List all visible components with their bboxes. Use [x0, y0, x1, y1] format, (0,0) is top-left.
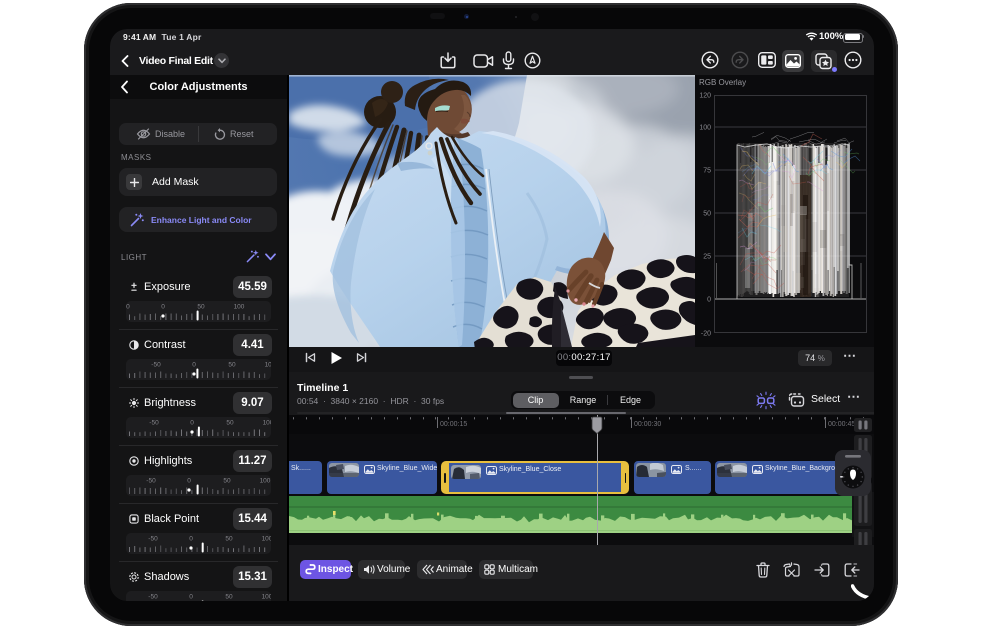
svg-text:-50: -50: [149, 420, 159, 427]
svg-text:00:00:45: 00:00:45: [828, 421, 855, 428]
svg-text:-50: -50: [126, 304, 130, 311]
svg-text:100: 100: [265, 362, 271, 369]
svg-text:100: 100: [234, 304, 245, 311]
svg-text:50: 50: [228, 362, 236, 369]
svg-text:0: 0: [190, 420, 194, 427]
svg-text:00:00:30: 00:00:30: [634, 421, 661, 428]
svg-text:50: 50: [225, 594, 233, 601]
svg-text:-50: -50: [151, 362, 161, 369]
svg-text:25: 25: [703, 254, 711, 261]
svg-text:-20: -20: [701, 331, 711, 338]
svg-text:100: 100: [263, 420, 271, 427]
svg-text:100: 100: [260, 478, 271, 485]
svg-text:-50: -50: [148, 536, 158, 543]
svg-text:50: 50: [197, 304, 205, 311]
svg-text:0: 0: [187, 478, 191, 485]
svg-text:0: 0: [189, 536, 193, 543]
svg-text:-50: -50: [146, 478, 156, 485]
svg-text:0: 0: [192, 362, 196, 369]
svg-text:0: 0: [189, 594, 193, 601]
svg-text:100: 100: [699, 125, 711, 132]
svg-text:50: 50: [703, 211, 711, 218]
svg-text:-50: -50: [148, 594, 158, 601]
svg-text:120: 120: [699, 93, 711, 100]
svg-text:50: 50: [226, 420, 234, 427]
svg-text:0: 0: [707, 297, 711, 304]
svg-text:50: 50: [225, 536, 233, 543]
svg-text:75: 75: [703, 168, 711, 175]
svg-text:100: 100: [262, 536, 271, 543]
svg-text:100: 100: [262, 594, 271, 601]
svg-text:0: 0: [161, 304, 165, 311]
svg-text:00:00:15: 00:00:15: [440, 421, 467, 428]
svg-text:50: 50: [223, 478, 231, 485]
